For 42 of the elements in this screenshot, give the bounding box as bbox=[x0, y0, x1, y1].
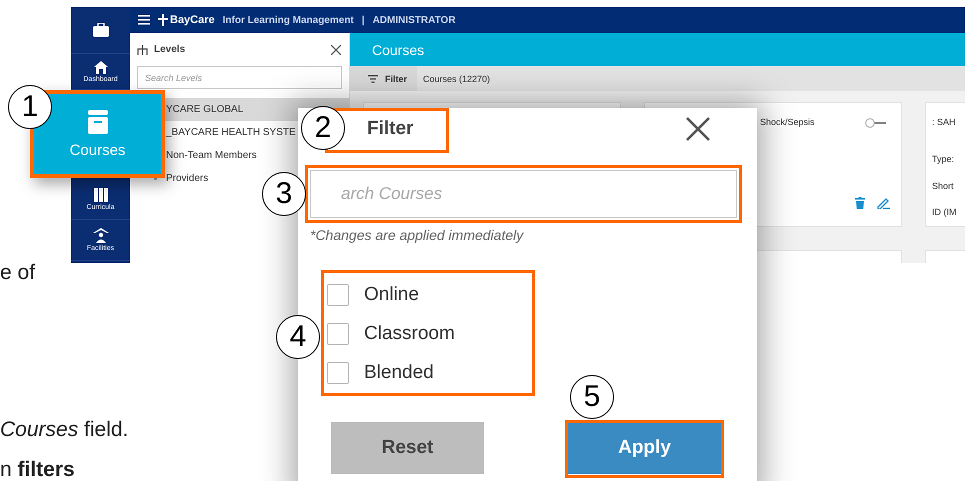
page-title: Courses bbox=[350, 33, 965, 66]
hierarchy-icon bbox=[137, 44, 148, 54]
briefcase-icon bbox=[92, 23, 108, 37]
toggle-switch[interactable] bbox=[865, 118, 887, 128]
tile-label: Courses bbox=[70, 142, 126, 158]
option-label: Classroom bbox=[364, 322, 455, 344]
trash-icon[interactable] bbox=[855, 197, 865, 209]
body-text: e of bbox=[0, 261, 36, 285]
books-icon bbox=[94, 188, 108, 202]
course-box-icon bbox=[88, 110, 108, 134]
menu-icon[interactable] bbox=[138, 15, 150, 25]
body-text: Courses field. bbox=[0, 418, 128, 442]
callout-number: 1 bbox=[8, 85, 52, 129]
role-label: ADMINISTRATOR bbox=[372, 14, 456, 26]
home-icon bbox=[94, 60, 108, 74]
reset-button[interactable]: Reset bbox=[331, 422, 484, 474]
card-field-label: Short bbox=[932, 180, 955, 193]
card-field-label: ID (IM bbox=[932, 207, 958, 220]
filter-button[interactable]: Filter bbox=[350, 66, 418, 91]
separator: | bbox=[362, 14, 365, 26]
dialog-title: Filter bbox=[367, 118, 414, 140]
apply-button[interactable]: Apply bbox=[568, 422, 721, 474]
option-label: Online bbox=[364, 284, 419, 306]
body-text: n filters bbox=[0, 458, 75, 481]
card-title: Shock/Sepsis bbox=[760, 117, 815, 127]
card-field-label: Type: bbox=[932, 154, 956, 166]
hint-text: *Changes are applied immediately bbox=[310, 227, 525, 243]
checkbox[interactable] bbox=[327, 284, 349, 306]
app-title: Infor Learning Management bbox=[222, 14, 354, 26]
brand-logo: BayCare bbox=[158, 14, 215, 26]
close-icon[interactable] bbox=[331, 44, 341, 54]
pencil-icon[interactable] bbox=[877, 197, 890, 209]
checkbox[interactable] bbox=[327, 362, 349, 384]
option-label: Blended bbox=[364, 362, 434, 384]
close-icon[interactable] bbox=[686, 117, 710, 141]
course-count: Courses (12270) bbox=[417, 66, 965, 91]
panel-title: Levels bbox=[154, 44, 186, 55]
facility-icon bbox=[92, 228, 108, 243]
card-title: : SAH bbox=[932, 117, 957, 127]
callout-number: 4 bbox=[276, 315, 320, 359]
checkbox[interactable] bbox=[327, 322, 349, 344]
filter-icon bbox=[368, 74, 378, 82]
